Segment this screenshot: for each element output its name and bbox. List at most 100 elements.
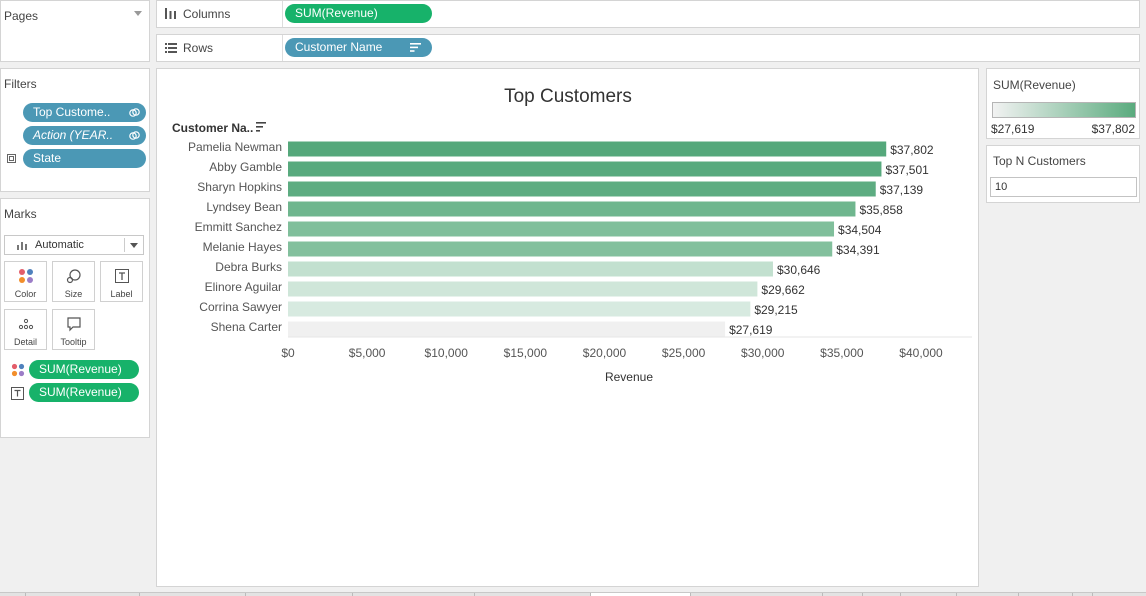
filter-pill-label: State bbox=[33, 151, 62, 165]
filter-pill-action-year[interactable]: Action (YEAR.. bbox=[23, 126, 146, 145]
data-label: $37,802 bbox=[890, 143, 934, 157]
parameter-title: Top N Customers bbox=[993, 154, 1086, 168]
data-label: $35,858 bbox=[859, 203, 903, 217]
bar bbox=[288, 301, 751, 317]
tooltip-button-label: Tooltip bbox=[60, 337, 87, 347]
bar bbox=[288, 321, 726, 337]
rows-label: Rows bbox=[183, 41, 214, 55]
x-tick-label: $15,000 bbox=[504, 346, 548, 360]
data-label: $37,139 bbox=[880, 183, 924, 197]
x-tick-label: $5,000 bbox=[349, 346, 386, 360]
category-label: Shena Carter bbox=[211, 320, 282, 334]
x-tick-label: $0 bbox=[281, 346, 295, 360]
data-label: $27,619 bbox=[729, 323, 773, 337]
columns-pill-revenue[interactable]: SUM(Revenue) bbox=[285, 4, 432, 23]
marks-field-color-revenue[interactable]: SUM(Revenue) bbox=[29, 360, 139, 379]
color-legend-card: SUM(Revenue) $27,619 $37,802 bbox=[986, 68, 1140, 139]
x-tick-label: $20,000 bbox=[583, 346, 627, 360]
rows-shelf-label: Rows bbox=[157, 35, 283, 61]
columns-label: Columns bbox=[183, 7, 231, 21]
top-n-parameter-card: Top N Customers bbox=[986, 145, 1140, 203]
bar bbox=[288, 161, 882, 177]
rows-pill-customer-name[interactable]: Customer Name bbox=[285, 38, 432, 57]
chevron-down-icon bbox=[130, 243, 138, 248]
color-button[interactable]: Color bbox=[4, 261, 47, 302]
linked-set-icon bbox=[129, 131, 140, 140]
legend-title: SUM(Revenue) bbox=[993, 78, 1076, 92]
linked-set-icon bbox=[129, 108, 140, 117]
sort-descending-icon bbox=[410, 43, 421, 52]
columns-pill-label: SUM(Revenue) bbox=[295, 6, 378, 20]
color-palette-icon bbox=[19, 269, 33, 283]
rows-icon bbox=[165, 43, 177, 53]
category-label: Lyndsey Bean bbox=[206, 200, 282, 214]
pages-menu-chevron-icon[interactable] bbox=[134, 11, 142, 16]
legend-min-value: $27,619 bbox=[991, 122, 1035, 136]
color-encoding-icon bbox=[11, 363, 25, 377]
filter-pill-state[interactable]: State bbox=[23, 149, 146, 168]
chart-title: Top Customers bbox=[504, 86, 632, 107]
legend-max-value: $37,802 bbox=[1091, 122, 1135, 136]
filter-pill-top-customers[interactable]: Top Custome.. bbox=[23, 103, 146, 122]
filter-pill-label: Top Custome.. bbox=[33, 105, 111, 119]
tooltip-icon bbox=[67, 317, 81, 332]
mark-type-label: Automatic bbox=[35, 239, 84, 251]
x-tick-label: $30,000 bbox=[741, 346, 785, 360]
category-label: Sharyn Hopkins bbox=[197, 180, 282, 194]
detail-button-label: Detail bbox=[13, 337, 37, 347]
data-label: $37,501 bbox=[885, 163, 929, 177]
category-label: Debra Burks bbox=[215, 260, 282, 274]
top-n-input[interactable] bbox=[990, 177, 1137, 197]
detail-dots-icon bbox=[18, 318, 34, 330]
bar bbox=[288, 201, 856, 217]
marks-title: Marks bbox=[4, 207, 37, 221]
x-tick-label: $40,000 bbox=[899, 346, 943, 360]
bar-chart-icon bbox=[17, 242, 27, 250]
header-sort-icon bbox=[256, 122, 266, 124]
color-ramp bbox=[992, 102, 1136, 118]
category-label: Emmitt Sanchez bbox=[195, 220, 282, 234]
bar bbox=[288, 181, 876, 197]
columns-icon bbox=[165, 8, 176, 19]
size-icon bbox=[66, 269, 81, 284]
data-label: $29,215 bbox=[754, 303, 798, 317]
x-tick-label: $35,000 bbox=[820, 346, 864, 360]
label-button-label: Label bbox=[110, 289, 133, 299]
data-label: $29,662 bbox=[761, 283, 805, 297]
columns-shelf-label: Columns bbox=[157, 1, 283, 27]
viz-area: Top Customers Customer Na.. Pamelia Newman… bbox=[156, 68, 979, 587]
text-label-icon bbox=[115, 269, 129, 283]
filter-context-icon bbox=[7, 154, 16, 163]
pages-title: Pages bbox=[4, 9, 39, 23]
category-label: Elinore Aguilar bbox=[205, 280, 282, 294]
bar bbox=[288, 221, 835, 237]
x-tick-label: $25,000 bbox=[662, 346, 706, 360]
label-button[interactable]: Label bbox=[100, 261, 143, 302]
marks-field-label: SUM(Revenue) bbox=[39, 385, 122, 399]
rows-pill-label: Customer Name bbox=[295, 40, 383, 54]
bar bbox=[288, 281, 758, 297]
bar bbox=[288, 241, 833, 257]
filters-card: Filters Top Custome.. Action (YEAR.. Sta… bbox=[0, 68, 150, 192]
category-label: Abby Gamble bbox=[209, 160, 282, 174]
sheet-tab-strip bbox=[0, 592, 1146, 596]
marks-field-label: SUM(Revenue) bbox=[39, 362, 122, 376]
size-button-label: Size bbox=[64, 289, 83, 299]
category-label: Melanie Hayes bbox=[203, 240, 282, 254]
size-button[interactable]: Size bbox=[52, 261, 95, 302]
mark-type-dropdown[interactable]: Automatic bbox=[4, 235, 144, 255]
category-label: Corrina Sawyer bbox=[199, 300, 282, 314]
color-button-label: Color bbox=[14, 289, 37, 299]
columns-shelf[interactable]: Columns SUM(Revenue) bbox=[156, 0, 1140, 28]
detail-button[interactable]: Detail bbox=[4, 309, 47, 350]
filters-title: Filters bbox=[4, 77, 37, 91]
pages-card: Pages bbox=[0, 0, 150, 62]
tooltip-button[interactable]: Tooltip bbox=[52, 309, 95, 350]
row-header-label: Customer Na.. bbox=[172, 121, 253, 135]
marks-field-label-revenue[interactable]: SUM(Revenue) bbox=[29, 383, 139, 402]
data-label: $30,646 bbox=[777, 263, 821, 277]
rows-shelf[interactable]: Rows Customer Name bbox=[156, 34, 1140, 62]
label-encoding-icon bbox=[11, 387, 24, 400]
x-tick-label: $10,000 bbox=[425, 346, 469, 360]
header-sort-icon bbox=[256, 126, 263, 128]
